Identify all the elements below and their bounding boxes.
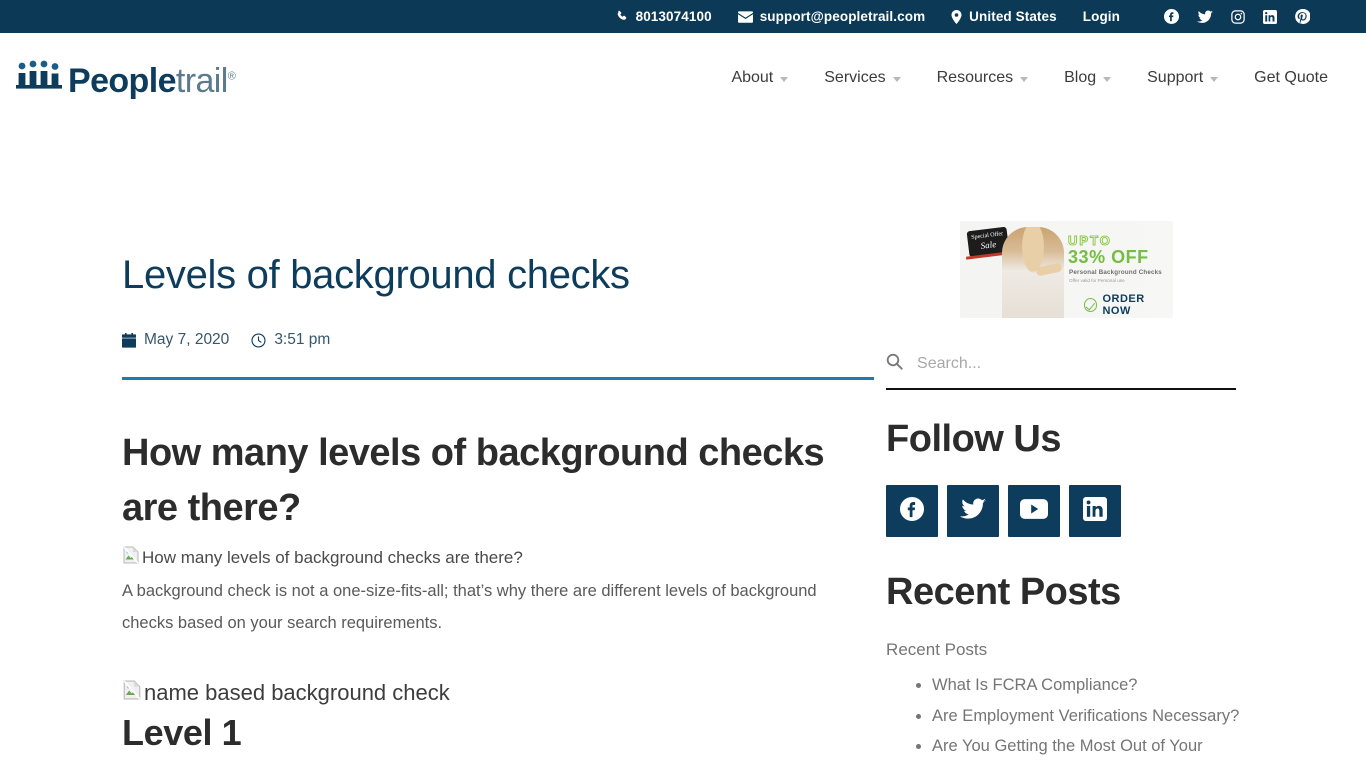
- nav-label: Services: [824, 69, 886, 86]
- youtube-button[interactable]: [1008, 485, 1061, 537]
- promo-banner[interactable]: Special Offer Sale UPTO 33% OFF Personal…: [960, 221, 1174, 318]
- promo-cta[interactable]: ORDER NOW: [1084, 293, 1173, 317]
- check-circle-icon: [1084, 298, 1098, 312]
- calendar-icon: [122, 332, 136, 348]
- title-divider: [122, 377, 874, 380]
- broken-image-icon: [122, 546, 140, 569]
- login-link[interactable]: Login: [1083, 9, 1120, 24]
- nav-item-support[interactable]: Support: [1129, 69, 1236, 87]
- article-content: Levels of background checks May 7, 2020 …: [16, 123, 886, 768]
- twitter-button[interactable]: [947, 485, 1000, 537]
- nav-item-about[interactable]: About: [713, 69, 806, 87]
- post-time-text: 3:51 pm: [274, 331, 331, 348]
- topbar-social-links: [1164, 8, 1311, 24]
- promo-discount-text: 33% OFF: [1068, 247, 1149, 267]
- top-utility-bar: 8013074100 support@peopletrail.com Unite…: [0, 0, 1366, 33]
- facebook-button[interactable]: [886, 485, 939, 537]
- follow-us-title: Follow Us: [886, 418, 1061, 460]
- image-alt-text: How many levels of background checks are…: [142, 547, 523, 567]
- nav-label: Resources: [936, 69, 1014, 86]
- logo-wordmark: Peopletrail®: [68, 61, 236, 100]
- recent-posts-title: Recent Posts: [886, 571, 1121, 613]
- chevron-down-icon: [1210, 76, 1219, 82]
- chevron-down-icon: [780, 76, 789, 82]
- twitter-icon[interactable]: [1197, 10, 1213, 24]
- search-icon: [886, 353, 903, 375]
- linkedin-button[interactable]: [1069, 485, 1122, 537]
- nav-item-resources[interactable]: Resources: [919, 69, 1046, 87]
- instagram-icon[interactable]: [1231, 9, 1245, 24]
- list-item[interactable]: Are You Getting the Most Out of Your: [932, 731, 1242, 762]
- topbar-contact-group: 8013074100 support@peopletrail.com Unite…: [616, 9, 1120, 24]
- social-buttons: [886, 485, 1350, 537]
- nav-item-services[interactable]: Services: [806, 69, 918, 87]
- article-paragraph-1: A background check is not a one-size-fit…: [122, 582, 817, 633]
- site-logo[interactable]: Peopletrail®: [16, 60, 236, 100]
- search-box[interactable]: [886, 353, 1237, 390]
- email-address: support@peopletrail.com: [759, 9, 926, 24]
- nav-label: About: [731, 69, 774, 86]
- nav-item-get-quote[interactable]: Get Quote: [1236, 69, 1346, 87]
- facebook-icon: [899, 496, 925, 527]
- nav-label: Blog: [1064, 69, 1097, 86]
- chevron-down-icon: [1020, 76, 1029, 82]
- recent-posts-label: Recent Posts: [886, 640, 988, 659]
- email-link[interactable]: support@peopletrail.com: [737, 9, 926, 24]
- list-item[interactable]: What Is FCRA Compliance?: [932, 670, 1242, 701]
- page-body: Levels of background checks May 7, 2020 …: [0, 123, 1366, 768]
- logo-text-bold: People: [68, 61, 176, 100]
- linkedin-icon: [1083, 496, 1108, 526]
- phone-icon: [616, 10, 629, 23]
- broken-image-icon: [122, 680, 142, 706]
- image-alt-text: name based background check: [144, 679, 450, 705]
- linkedin-icon[interactable]: [1263, 9, 1277, 24]
- chevron-down-icon: [1103, 76, 1112, 82]
- article-image-1: How many levels of background checks are…: [122, 546, 523, 569]
- envelope-icon: [737, 10, 753, 23]
- recent-post-link[interactable]: What Is FCRA Compliance?: [932, 676, 1137, 694]
- article-image-2: name based background check: [122, 680, 450, 706]
- post-date-text: May 7, 2020: [144, 331, 230, 348]
- promo-model-image: [1002, 227, 1065, 318]
- clock-icon: [251, 332, 266, 348]
- article-paragraph-2: A level 1 background check refers to a n…: [122, 760, 882, 768]
- nav-label: Support: [1147, 69, 1204, 86]
- pinterest-icon[interactable]: [1295, 8, 1311, 24]
- main-navigation: About Services Resources Blog Support Ge…: [713, 69, 1346, 87]
- nav-label: Get Quote: [1254, 69, 1328, 86]
- promo-cta-label: ORDER NOW: [1102, 293, 1145, 317]
- map-pin-icon: [951, 9, 962, 24]
- sidebar: Special Offer Sale UPTO 33% OFF Personal…: [886, 123, 1350, 768]
- country-label: United States: [969, 9, 1057, 24]
- country-link[interactable]: United States: [951, 9, 1057, 24]
- people-group-icon: [16, 60, 64, 97]
- site-header: Peopletrail® About Services Resources Bl…: [0, 33, 1366, 123]
- promo-fine-print: Offer valid for Personal use: [1069, 278, 1125, 283]
- article-heading: How many levels of background checks are…: [122, 432, 825, 530]
- post-date: May 7, 2020: [122, 331, 229, 349]
- nav-item-blog[interactable]: Blog: [1046, 69, 1129, 87]
- youtube-icon: [1020, 498, 1049, 524]
- list-item[interactable]: Are Employment Verifications Necessary?: [932, 701, 1242, 732]
- chevron-down-icon: [892, 76, 901, 82]
- promo-upto-text: UPTO: [1068, 233, 1112, 249]
- logo-text-light: trail: [175, 61, 228, 100]
- post-time: 3:51 pm: [251, 331, 330, 349]
- registered-mark: ®: [227, 70, 236, 83]
- twitter-icon: [960, 497, 987, 525]
- page-title: Levels of background checks: [122, 253, 630, 297]
- phone-number: 8013074100: [635, 9, 712, 24]
- article-subheading: Level 1: [122, 711, 242, 753]
- phone-link[interactable]: 8013074100: [616, 9, 712, 24]
- facebook-icon[interactable]: [1164, 9, 1179, 24]
- recent-post-link[interactable]: Are Employment Verifications Necessary?: [932, 707, 1239, 725]
- promo-subtitle: Personal Background Checks: [1069, 269, 1162, 276]
- recent-post-link[interactable]: Are You Getting the Most Out of Your: [932, 737, 1203, 755]
- post-meta: May 7, 2020 3:51 pm: [122, 331, 886, 349]
- search-input[interactable]: [917, 355, 1237, 373]
- recent-posts-list: What Is FCRA Compliance? Are Employment …: [932, 670, 1350, 762]
